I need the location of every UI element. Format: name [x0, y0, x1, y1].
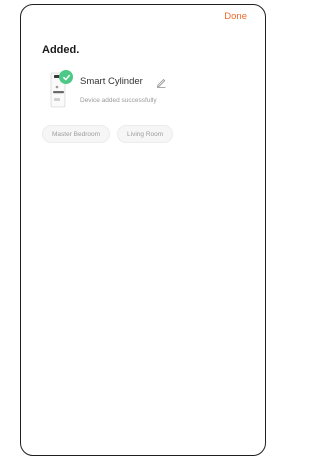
room-chips: Master Bedroom Living Room: [42, 125, 174, 143]
device-name: Smart Cylinder: [80, 76, 143, 87]
edit-pencil-icon[interactable]: [156, 76, 166, 88]
app-screen: Done Added. Smart Cylinder Device added …: [20, 4, 266, 456]
room-chip-master-bedroom[interactable]: Master Bedroom: [42, 125, 111, 143]
page-title: Added.: [42, 44, 80, 56]
room-chip-living-room[interactable]: Living Room: [117, 125, 174, 143]
done-button[interactable]: Done: [224, 11, 247, 22]
success-check-icon: [59, 70, 73, 84]
device-status-text: Device added successfully: [80, 97, 157, 104]
